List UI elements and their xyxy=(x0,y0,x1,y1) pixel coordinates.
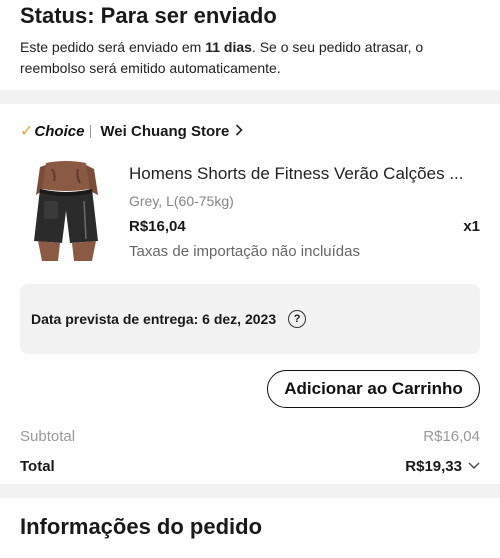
question-circle-icon[interactable]: ? xyxy=(288,310,307,328)
status-title: Status: Para ser enviado xyxy=(20,3,277,28)
total-row[interactable]: Total R$19,33 xyxy=(20,456,480,476)
add-to-cart-button[interactable]: Adicionar ao Carrinho xyxy=(267,370,480,408)
subtotal-row: Subtotal R$16,04 xyxy=(20,426,480,446)
order-info-title: Informações do pedido xyxy=(20,514,263,539)
divider xyxy=(90,124,92,138)
delivery-estimate-text: Data prevista de entrega: 6 dez, 2023 xyxy=(31,311,277,327)
check-icon: ✓ xyxy=(20,123,34,140)
chevron-down-icon[interactable] xyxy=(468,462,480,470)
product-title[interactable]: Homens Shorts de Fitness Verão Calções .… xyxy=(129,164,479,184)
product-variant: Grey, L(60-75kg) xyxy=(129,193,234,209)
subtotal-value: R$16,04 xyxy=(423,427,480,445)
status-message: Este pedido será enviado em 11 dias. Se … xyxy=(20,37,480,79)
total-value: R$19,33 xyxy=(405,457,462,475)
status-section: Status: Para ser enviado Este pedido ser… xyxy=(0,0,500,90)
product-image[interactable] xyxy=(26,161,106,261)
status-message-days: 11 dias xyxy=(205,39,252,55)
subtotal-label: Subtotal xyxy=(20,427,76,445)
store-row[interactable]: ✓ Choice Wei Chuang Store xyxy=(20,121,243,141)
product-tax-note: Taxas de importação não incluídas xyxy=(129,243,360,260)
chevron-right-icon[interactable] xyxy=(235,123,243,139)
order-info-section: Informações do pedido xyxy=(0,498,500,558)
choice-badge: ✓ Choice xyxy=(20,121,84,141)
delivery-estimate-box: Data prevista de entrega: 6 dez, 2023 ? xyxy=(20,284,480,354)
total-label: Total xyxy=(20,457,55,475)
product-price: R$16,04 xyxy=(129,218,186,235)
store-name[interactable]: Wei Chuang Store xyxy=(100,123,229,140)
total-value-group[interactable]: R$19,33 xyxy=(405,458,480,475)
product-quantity: x1 xyxy=(463,218,480,235)
order-card: ✓ Choice Wei Chuang Store Homens Shorts … xyxy=(0,104,500,484)
choice-badge-label: Choice xyxy=(34,122,85,140)
status-message-pre: Este pedido será enviado em xyxy=(20,39,206,55)
